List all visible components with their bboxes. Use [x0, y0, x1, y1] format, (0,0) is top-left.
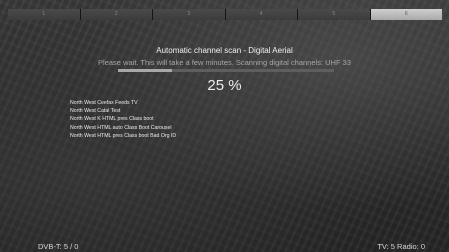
wizard-step-5: 5 [298, 9, 370, 20]
wizard-step-1: 1 [8, 9, 80, 20]
service-list-item: North West K HTML pres Class boot [70, 116, 154, 123]
wizard-step-4: 4 [225, 9, 297, 20]
service-list-item: North West HTML pres Class boot Bad Org … [70, 132, 177, 139]
wizard-step-bar: 123456 [8, 9, 442, 20]
wizard-step-6: 6 [370, 9, 442, 20]
tv-radio-counter: TV: 5 Radio: 0 [377, 242, 425, 251]
scan-status-text: Please wait. This will take a few minute… [98, 58, 351, 67]
found-services-list: North West Ceefax Feeds TV North West Cat… [70, 99, 176, 140]
scan-title: Automatic channel scan - Digital Aerial [156, 46, 293, 55]
dvbt-counter: DVB-T: 5 / 0 [38, 242, 79, 251]
scan-percent-label: 25 % [207, 77, 242, 94]
scan-progress-fill [118, 69, 172, 72]
channel-scan-screen: 123456 Automatic channel scan - Digital … [0, 0, 449, 252]
wizard-step-3: 3 [153, 9, 225, 20]
service-list-item: North West Catal Test [70, 108, 121, 115]
service-list-item: North West Ceefax Feeds TV [70, 100, 138, 106]
wizard-step-2: 2 [80, 9, 152, 20]
service-list-item: North West HTML auto Class Boot Carousel [70, 124, 172, 131]
scan-progress-bar [118, 69, 334, 72]
